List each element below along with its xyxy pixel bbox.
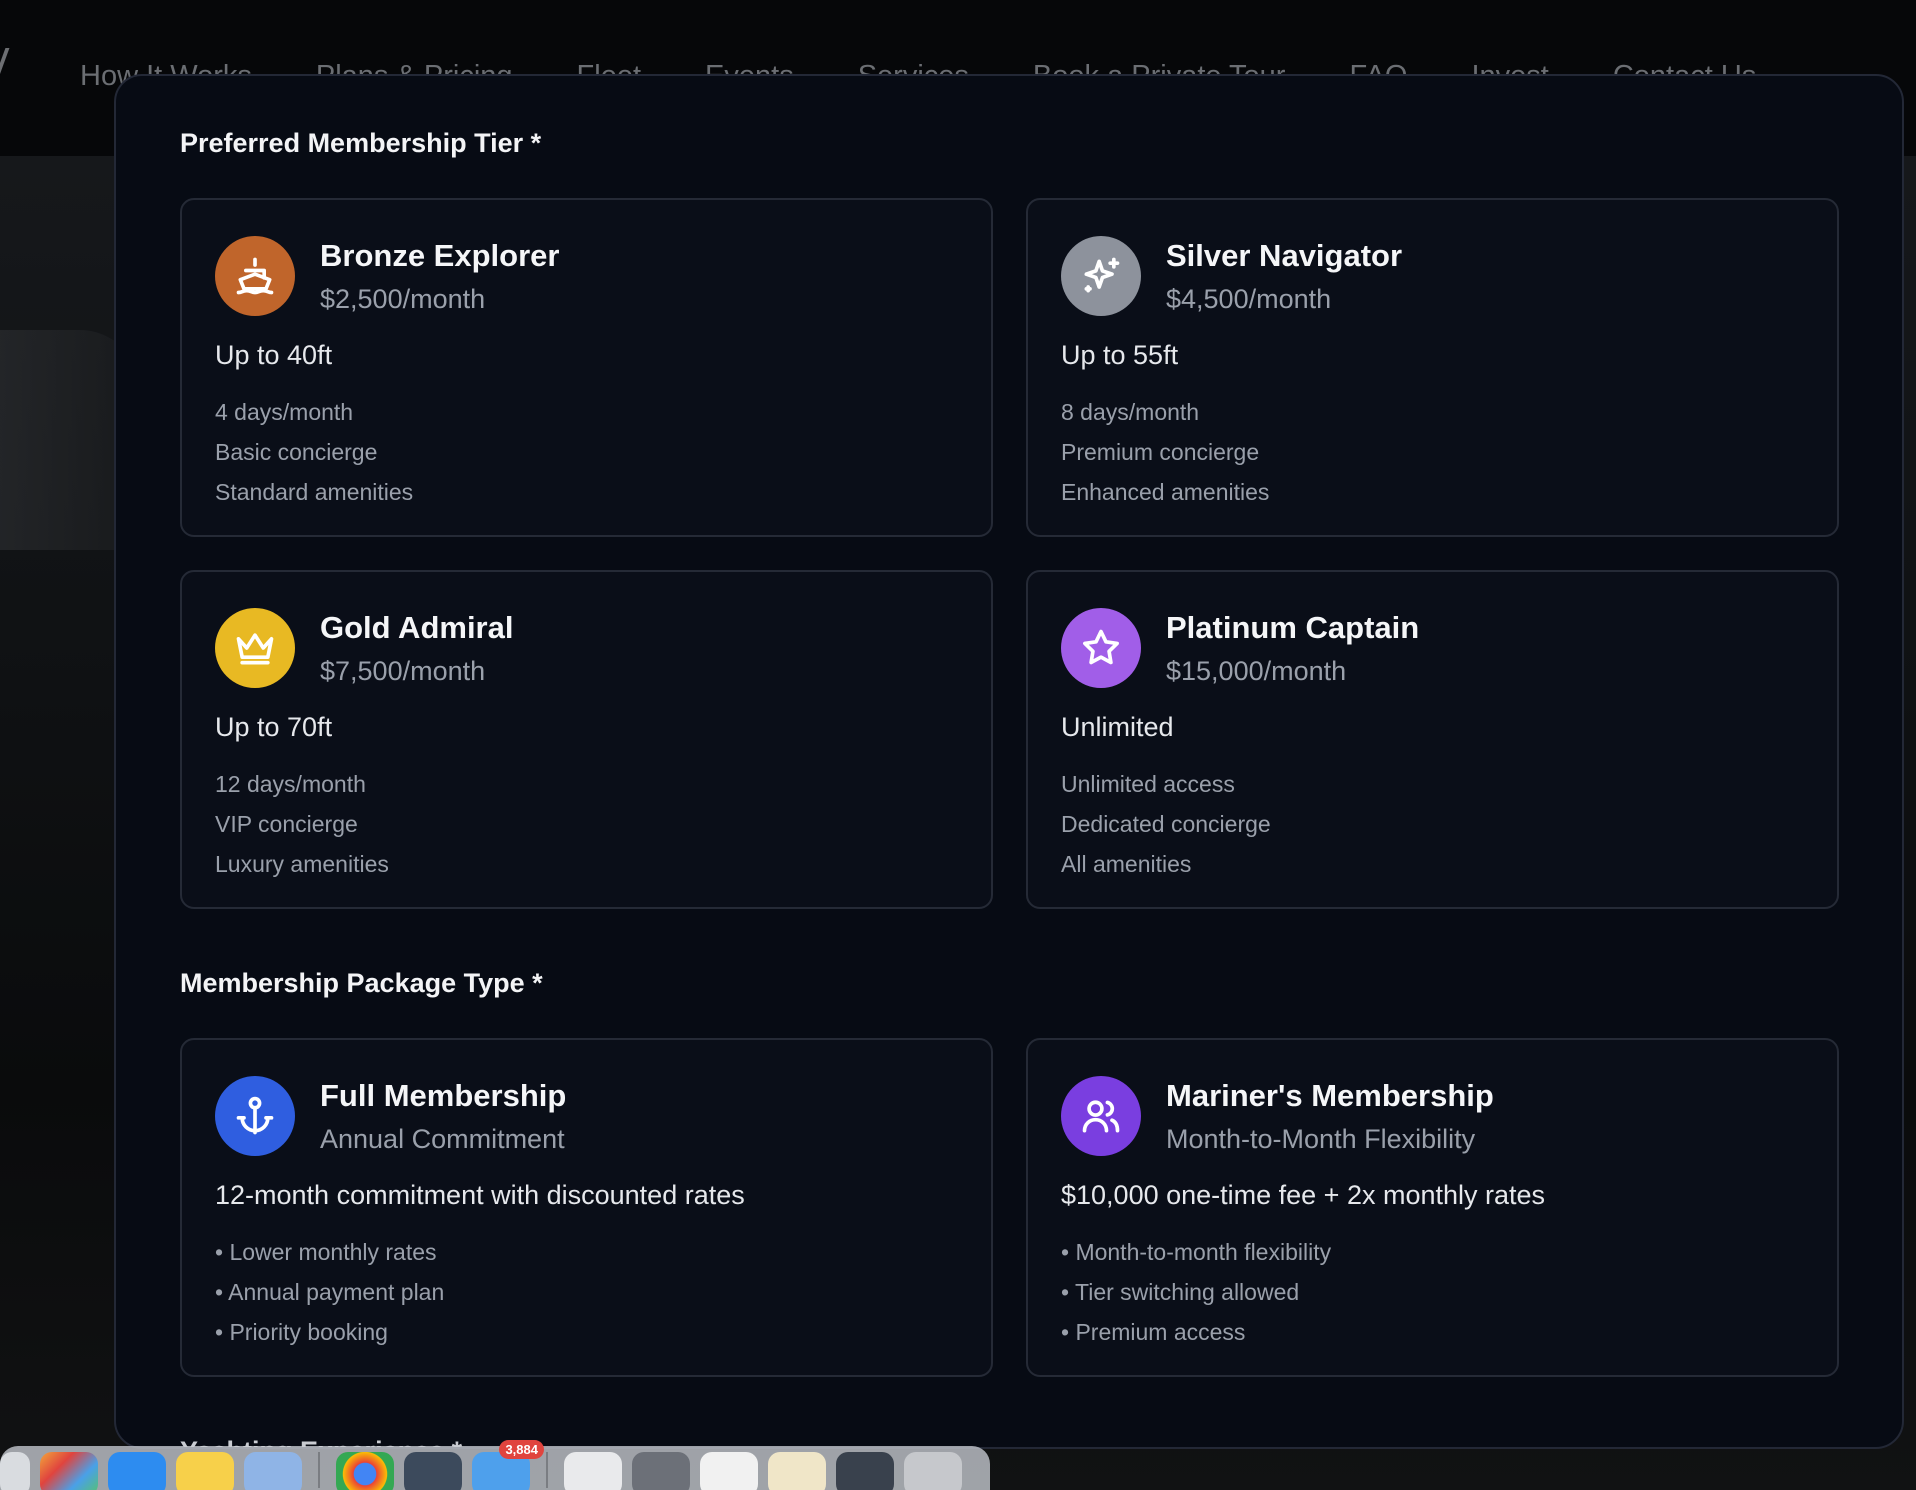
tier-name: Platinum Captain xyxy=(1166,610,1420,645)
dock-separator xyxy=(546,1452,548,1488)
chrome-icon[interactable] xyxy=(336,1452,394,1490)
dock-separator xyxy=(318,1452,320,1488)
list-item: All amenities xyxy=(1061,851,1192,877)
document-icon[interactable] xyxy=(768,1452,826,1490)
list-item: • Month-to-month flexibility xyxy=(1061,1239,1332,1265)
users-icon xyxy=(1061,1076,1141,1156)
notes-icon[interactable] xyxy=(176,1452,234,1490)
list-item: 4 days/month xyxy=(215,399,354,425)
tier-section-label: Preferred Membership Tier * xyxy=(180,128,542,158)
package-card-mariners[interactable]: Mariner's Membership Month-to-Month Flex… xyxy=(1026,1038,1839,1377)
list-item: Basic concierge xyxy=(215,439,378,465)
tier-card-platinum[interactable]: Platinum Captain $15,000/month Unlimited… xyxy=(1026,570,1839,909)
document-icon[interactable] xyxy=(564,1452,622,1490)
list-item: 8 days/month xyxy=(1061,399,1200,425)
package-headline: 12-month commitment with discounted rate… xyxy=(215,1180,745,1210)
package-name: Full Membership xyxy=(320,1078,567,1113)
package-feature-list: • Month-to-month flexibility • Tier swit… xyxy=(1061,1232,1331,1352)
tier-price: $15,000/month xyxy=(1166,656,1347,686)
tier-length: Up to 70ft xyxy=(215,712,333,742)
tier-name: Silver Navigator xyxy=(1166,238,1403,273)
launchpad-icon[interactable] xyxy=(40,1452,98,1490)
tier-price: $4,500/month xyxy=(1166,284,1332,314)
crown-icon xyxy=(215,608,295,688)
list-item: • Premium access xyxy=(1061,1319,1246,1345)
tier-feature-list: 4 days/month Basic concierge Standard am… xyxy=(215,392,413,512)
tier-feature-list: 12 days/month VIP concierge Luxury ameni… xyxy=(215,764,389,884)
mail-badge: 3,884 xyxy=(499,1440,544,1459)
list-item: Enhanced amenities xyxy=(1061,479,1270,505)
tier-length: Up to 55ft xyxy=(1061,340,1179,370)
tier-name: Bronze Explorer xyxy=(320,238,560,273)
package-headline: $10,000 one-time fee + 2x monthly rates xyxy=(1061,1180,1546,1210)
tier-card-gold[interactable]: Gold Admiral $7,500/month Up to 70ft 12 … xyxy=(180,570,993,909)
preview-icon[interactable] xyxy=(244,1452,302,1490)
list-item: • Tier switching allowed xyxy=(1061,1279,1300,1305)
list-item: 12 days/month xyxy=(215,771,366,797)
ship-icon xyxy=(215,236,295,316)
list-item: • Lower monthly rates xyxy=(215,1239,437,1265)
package-section-label: Membership Package Type * xyxy=(180,968,543,998)
tier-card-bronze[interactable]: Bronze Explorer $2,500/month Up to 40ft … xyxy=(180,198,993,537)
list-item: Premium concierge xyxy=(1061,439,1260,465)
tier-price: $7,500/month xyxy=(320,656,486,686)
screen: How It Works Plans & Pricing Fleet Event… xyxy=(0,0,1916,1490)
tier-length: Unlimited xyxy=(1061,712,1174,742)
tier-feature-list: 8 days/month Premium concierge Enhanced … xyxy=(1061,392,1269,512)
package-card-full[interactable]: Full Membership Annual Commitment 12-mon… xyxy=(180,1038,993,1377)
finder-icon[interactable] xyxy=(0,1452,30,1490)
list-item: • Priority booking xyxy=(215,1319,388,1345)
list-item: Standard amenities xyxy=(215,479,414,505)
tier-price: $2,500/month xyxy=(320,284,486,314)
tier-length: Up to 40ft xyxy=(215,340,333,370)
mail-icon[interactable]: 3,884 xyxy=(472,1440,544,1490)
list-item: Luxury amenities xyxy=(215,851,389,877)
safari-icon[interactable] xyxy=(108,1452,166,1490)
macos-dock: 3,884 xyxy=(0,1440,990,1490)
membership-modal: Preferred Membership Tier * Bronze Explo… xyxy=(114,74,1904,1449)
screenshot-thumbnail-icon[interactable] xyxy=(836,1452,894,1490)
star-icon xyxy=(1061,608,1141,688)
tier-name: Gold Admiral xyxy=(320,610,514,645)
package-feature-list: • Lower monthly rates • Annual payment p… xyxy=(215,1232,444,1352)
list-item: VIP concierge xyxy=(215,811,358,837)
list-item: • Annual payment plan xyxy=(215,1279,445,1305)
sparkle-icon xyxy=(1061,236,1141,316)
tier-feature-list: Unlimited access Dedicated concierge All… xyxy=(1061,764,1271,884)
document-icon[interactable] xyxy=(700,1452,758,1490)
list-item: Unlimited access xyxy=(1061,771,1235,797)
screenshot-thumbnail-icon[interactable] xyxy=(632,1452,690,1490)
package-subtitle: Month-to-Month Flexibility xyxy=(1166,1124,1476,1154)
package-subtitle: Annual Commitment xyxy=(320,1124,565,1154)
tier-card-silver[interactable]: Silver Navigator $4,500/month Up to 55ft… xyxy=(1026,198,1839,537)
anchor-icon xyxy=(215,1076,295,1156)
package-name: Mariner's Membership xyxy=(1166,1078,1494,1113)
list-item: Dedicated concierge xyxy=(1061,811,1271,837)
trash-icon[interactable] xyxy=(904,1452,962,1490)
proxyman-icon[interactable] xyxy=(404,1452,462,1490)
